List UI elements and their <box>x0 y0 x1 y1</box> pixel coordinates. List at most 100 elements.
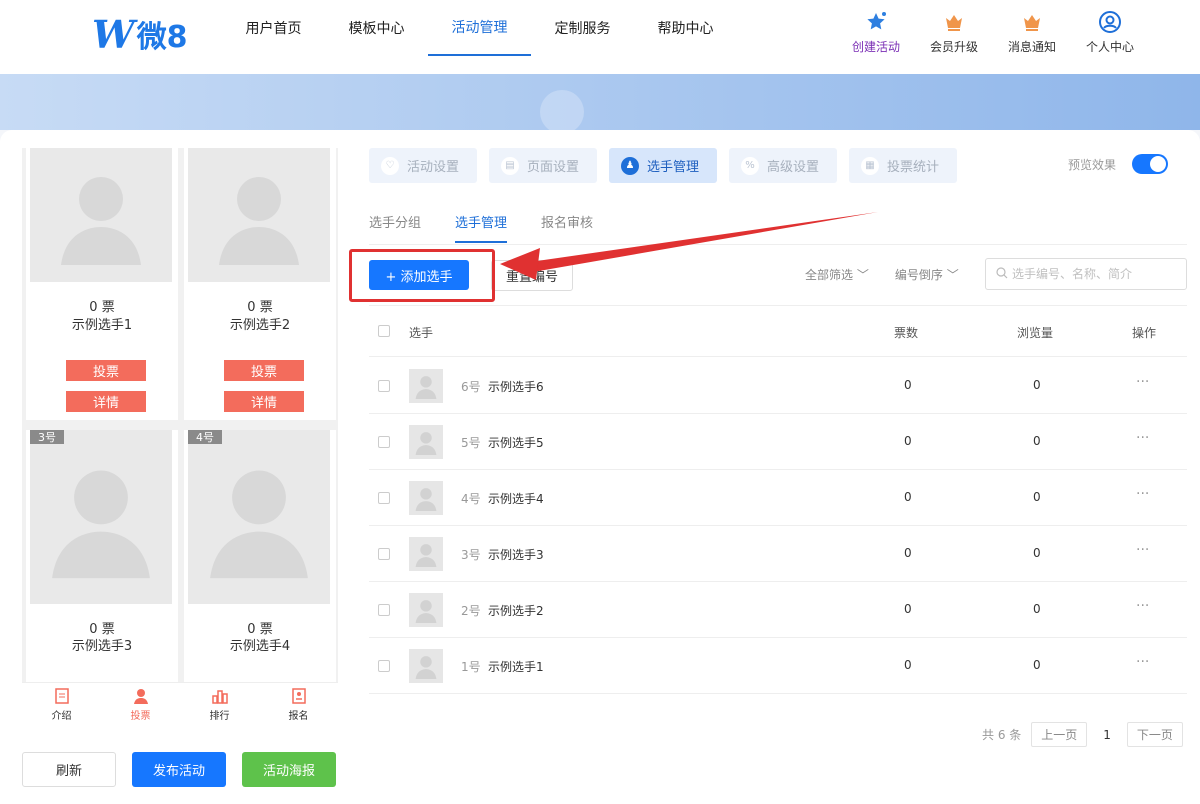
detail-button[interactable]: 详情 <box>66 391 146 412</box>
sort-order-dropdown[interactable]: 编号倒序 ﹀ <box>895 266 959 283</box>
step-vote-stats[interactable]: ▦ 投票统计 <box>849 148 957 183</box>
personal-center-button[interactable]: 个人中心 <box>1080 10 1140 55</box>
more-icon[interactable]: ··· <box>1136 486 1149 502</box>
main-panel: 0 票 示例选手1 投票 详情 0 票 示例选手2 投票 详情 3号 0 票 示… <box>0 130 1200 804</box>
player-avatar <box>409 369 443 403</box>
person-icon <box>132 687 150 705</box>
publish-activity-button[interactable]: 发布活动 <box>132 752 226 787</box>
detail-button[interactable]: 详情 <box>224 391 304 412</box>
brand-logo[interactable]: W 微8 <box>92 11 188 57</box>
nav-home[interactable]: 用户首页 <box>222 0 325 56</box>
nav-templates[interactable]: 模板中心 <box>325 0 428 56</box>
table-row[interactable]: 6号 示例选手6 0 0 ··· <box>369 358 1187 414</box>
preview-card[interactable]: 0 票 示例选手2 投票 详情 <box>184 148 336 420</box>
preview-card[interactable]: 4号 0 票 示例选手4 <box>184 430 336 690</box>
more-icon[interactable]: ··· <box>1136 374 1149 390</box>
more-icon[interactable]: ··· <box>1136 430 1149 446</box>
divider <box>369 244 1187 245</box>
star-icon <box>864 10 888 34</box>
table-row[interactable]: 4号 示例选手4 0 0 ··· <box>369 470 1187 526</box>
select-all-checkbox[interactable] <box>378 325 390 337</box>
subtab-signup-review[interactable]: 报名审核 <box>541 212 593 243</box>
avatar-placeholder <box>188 148 330 282</box>
step-page-settings[interactable]: ▤ 页面设置 <box>489 148 597 183</box>
prev-page-button[interactable]: 上一页 <box>1031 722 1088 747</box>
vote-button[interactable]: 投票 <box>224 360 304 381</box>
player-views: 0 <box>1033 378 1041 392</box>
subtab-player-management[interactable]: 选手管理 <box>455 212 508 243</box>
preview-toggle[interactable] <box>1132 154 1169 174</box>
tab-vote[interactable]: 投票 <box>101 683 180 726</box>
header-tools: 创建活动 会员升级 消息通知 个人中心 <box>846 10 1140 55</box>
row-checkbox[interactable] <box>378 604 390 616</box>
current-page[interactable]: 1 <box>1097 728 1117 742</box>
player-name: 示例选手2 <box>488 604 544 618</box>
player-votes: 0 <box>904 602 912 616</box>
filter-all-dropdown[interactable]: 全部筛选 ﹀ <box>805 266 869 283</box>
search-box <box>985 258 1187 290</box>
search-input[interactable] <box>1012 267 1182 281</box>
create-activity-label: 创建活动 <box>851 40 900 54</box>
player-votes: 0 <box>904 378 912 392</box>
player-name: 示例选手3 <box>488 548 544 562</box>
header-votes: 票数 <box>894 326 919 340</box>
player-avatar <box>409 593 443 627</box>
table-row[interactable]: 5号 示例选手5 0 0 ··· <box>369 414 1187 470</box>
tab-ranking[interactable]: 排行 <box>180 683 259 726</box>
row-checkbox[interactable] <box>378 492 390 504</box>
subtab-player-groups[interactable]: 选手分组 <box>369 212 421 243</box>
more-icon[interactable]: ··· <box>1136 542 1149 558</box>
nav-custom-service[interactable]: 定制服务 <box>531 0 634 56</box>
notifications-button[interactable]: 消息通知 <box>1002 10 1062 55</box>
ranking-icon <box>211 687 229 705</box>
next-page-button[interactable]: 下一页 <box>1126 722 1183 747</box>
step-label: 页面设置 <box>527 160 580 175</box>
player-votes: 0 <box>904 490 912 504</box>
preview-card[interactable]: 3号 0 票 示例选手3 <box>26 430 178 690</box>
player-name: 示例选手4 <box>488 492 544 506</box>
row-checkbox[interactable] <box>378 548 390 560</box>
player-name: 示例选手1 <box>488 660 544 674</box>
pagination: 共 6 条 上一页 1 下一页 <box>982 722 1183 747</box>
row-checkbox[interactable] <box>378 436 390 448</box>
create-activity-button[interactable]: 创建活动 <box>846 10 906 55</box>
player-views: 0 <box>1033 434 1041 448</box>
player-number: 3号 <box>461 548 481 562</box>
tab-vote-label: 投票 <box>130 711 151 722</box>
heart-icon: ♡ <box>381 156 399 175</box>
preview-card[interactable]: 0 票 示例选手1 投票 详情 <box>26 148 178 420</box>
member-upgrade-button[interactable]: 会员升级 <box>924 10 984 55</box>
player-number: 6号 <box>461 380 481 394</box>
vote-count: 0 票 <box>89 300 115 315</box>
tab-intro[interactable]: 介绍 <box>22 683 101 726</box>
player-name: 示例选手2 <box>229 318 291 333</box>
player-avatar <box>409 481 443 515</box>
step-label: 投票统计 <box>887 160 940 175</box>
table-row[interactable]: 1号 示例选手1 0 0 ··· <box>369 638 1187 694</box>
logo-mark: W <box>92 11 135 57</box>
vote-button[interactable]: 投票 <box>66 360 146 381</box>
highlight-box <box>349 249 495 302</box>
header-banner <box>0 74 1200 134</box>
reset-number-button[interactable]: 重置编号 <box>491 260 573 291</box>
more-icon[interactable]: ··· <box>1136 598 1149 614</box>
row-checkbox[interactable] <box>378 380 390 392</box>
phone-preview: 0 票 示例选手1 投票 详情 0 票 示例选手2 投票 详情 3号 0 票 示… <box>22 148 338 724</box>
nav-help[interactable]: 帮助中心 <box>634 0 737 56</box>
refresh-button[interactable]: 刷新 <box>22 752 116 787</box>
activity-poster-button[interactable]: 活动海报 <box>242 752 336 787</box>
filter-label: 全部筛选 <box>805 268 854 282</box>
step-player-management[interactable]: ♟ 选手管理 <box>609 148 717 183</box>
personal-center-label: 个人中心 <box>1085 40 1134 54</box>
step-advanced-settings[interactable]: % 高级设置 <box>729 148 837 183</box>
step-activity-settings[interactable]: ♡ 活动设置 <box>369 148 477 183</box>
table-row[interactable]: 3号 示例选手3 0 0 ··· <box>369 526 1187 582</box>
player-number-badge: 3号 <box>30 430 64 444</box>
more-icon[interactable]: ··· <box>1136 654 1149 670</box>
row-checkbox[interactable] <box>378 660 390 672</box>
tab-ranking-label: 排行 <box>209 711 230 722</box>
table-row[interactable]: 2号 示例选手2 0 0 ··· <box>369 582 1187 638</box>
tab-signup[interactable]: 报名 <box>259 683 338 726</box>
nav-activity-management[interactable]: 活动管理 <box>428 0 531 56</box>
player-avatar <box>409 537 443 571</box>
